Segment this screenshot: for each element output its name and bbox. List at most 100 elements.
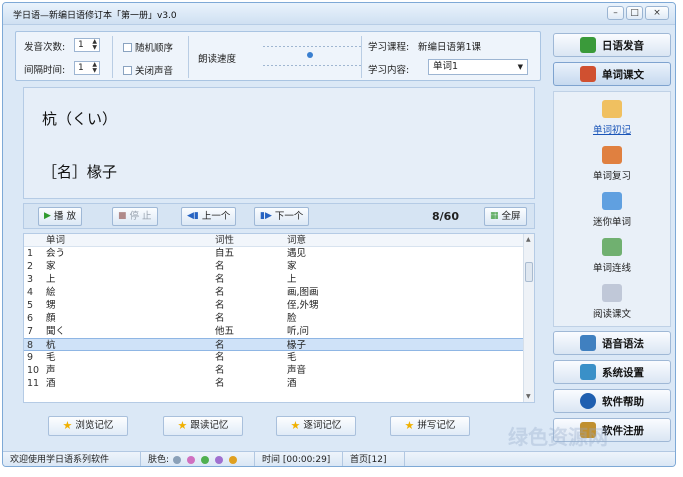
word-meaning: ［名］椽子	[42, 163, 118, 181]
sub-reading[interactable]: 阅读课文	[554, 284, 670, 320]
random-order-label: 随机顺序	[135, 43, 174, 54]
maximize-button[interactable]: □	[626, 6, 643, 20]
sub-review-label: 单词复习	[592, 171, 631, 182]
word-by-word-button[interactable]: ★ 逐词记忆	[276, 416, 356, 436]
browse-memory-label: 浏览记忆	[75, 420, 114, 431]
follow-read-label: 跟读记忆	[190, 420, 229, 431]
skin-color-swatch[interactable]	[173, 456, 181, 464]
word-display: 杭（くい） ［名］椽子	[23, 87, 535, 199]
cell-meaning: 侄,外甥	[287, 300, 319, 311]
cell-meaning: 毛	[287, 352, 297, 363]
nav-pronunciation[interactable]: 日语发音	[553, 33, 671, 57]
skin-color-swatch[interactable]	[187, 456, 195, 464]
cell-n: 7	[27, 326, 34, 337]
speed-slider[interactable]	[263, 41, 361, 71]
stepper-arrows-icon: ▲ ▼	[92, 38, 97, 51]
sub-word-matching[interactable]: 单词连线	[554, 238, 670, 274]
status-welcome: 欢迎使用学日语系列软件	[5, 452, 141, 466]
previous-label: 上一个	[201, 211, 231, 222]
fullscreen-button[interactable]: ▦ 全屏	[484, 207, 527, 226]
table-row[interactable]: 3 上 名 上	[24, 273, 534, 286]
scroll-thumb[interactable]	[525, 262, 533, 282]
follow-read-button[interactable]: ★ 跟读记忆	[163, 416, 243, 436]
cell-n: 2	[27, 261, 34, 272]
sub-first-memory-label: 单词初记	[592, 125, 631, 136]
skin-selector: 肤色:	[143, 452, 255, 466]
cell-pos: 名	[215, 287, 225, 298]
previous-button[interactable]: ◀▮ 上一个	[181, 207, 237, 226]
header-pos[interactable]: 词性	[215, 234, 234, 247]
cell-meaning: 脸	[287, 313, 297, 324]
slider-track	[263, 65, 361, 66]
settings-panel: 发音次数: 1 ▲ ▼ 间隔时间: 1 ▲ ▼ 随机顺序 关闭声音 朗读速度 学习课…	[15, 31, 541, 81]
nav-help[interactable]: 软件帮助	[553, 389, 671, 413]
mute-checkbox[interactable]: 关闭声音	[123, 63, 173, 77]
cell-pos: 名	[215, 352, 225, 363]
word-reading: 杭（くい）	[42, 110, 118, 128]
book-icon	[580, 37, 596, 53]
content-label: 学习内容:	[368, 65, 410, 76]
star-icon: ★	[62, 419, 73, 432]
scroll-down-icon[interactable]: ▼	[526, 393, 531, 400]
spelling-label: 拼写记忆	[417, 420, 456, 431]
table-row[interactable]: 5 甥 名 侄,外甥	[24, 299, 534, 312]
close-button[interactable]: ×	[645, 6, 669, 20]
spelling-button[interactable]: ★ 拼写记忆	[390, 416, 470, 436]
checkbox-box	[123, 42, 132, 52]
sub-review[interactable]: 单词复习	[554, 146, 670, 182]
fullscreen-icon: ▦	[490, 211, 499, 221]
sub-first-memory[interactable]: 单词初记	[554, 100, 670, 136]
cell-meaning: 上	[287, 274, 297, 285]
table-row[interactable]: 2 家 名 家	[24, 260, 534, 273]
table-row[interactable]: 1 会う 自五 遇见	[24, 247, 534, 260]
table-scrollbar[interactable]: ▲ ▼	[523, 234, 534, 402]
header-meaning[interactable]: 词意	[287, 234, 306, 247]
vocabulary-subpanel: 单词初记 单词复习 迷你单词 单词连线 阅读课文	[553, 91, 671, 327]
cell-word: 上	[46, 274, 56, 285]
table-row[interactable]: 4 絵 名 画,图画	[24, 286, 534, 299]
keyboard-icon	[580, 66, 596, 82]
table-row[interactable]: 6 顔 名 脸	[24, 312, 534, 325]
skin-color-swatch[interactable]	[229, 456, 237, 464]
table-row[interactable]: 7 聞く 他五 听,问	[24, 325, 534, 338]
table-row[interactable]: 11 酒 名 酒	[24, 377, 534, 390]
nav-grammar[interactable]: 语音语法	[553, 331, 671, 355]
cell-pos: 名	[215, 300, 225, 311]
stop-button[interactable]: ■ 停 止	[112, 207, 158, 226]
repeat-count-stepper[interactable]: 1 ▲ ▼	[74, 38, 100, 52]
title-bar: 学日语—新编日语修订本「第一册」v3.0 – □ ×	[3, 3, 675, 25]
cell-n: 5	[27, 300, 34, 311]
cell-word: 毛	[46, 352, 56, 363]
next-button[interactable]: ▮▶ 下一个	[254, 207, 310, 226]
table-row[interactable]: 8 杭名椽子	[24, 338, 534, 351]
random-order-checkbox[interactable]: 随机顺序	[123, 40, 173, 54]
cell-meaning: 听,问	[287, 326, 310, 337]
cell-n: 4	[27, 287, 34, 298]
sub-mini-words-label: 迷你单词	[592, 217, 631, 228]
cell-n: 10	[27, 365, 40, 376]
table-row[interactable]: 10 声 名 声音	[24, 364, 534, 377]
nav-settings[interactable]: 系统设置	[553, 360, 671, 384]
cell-n: 6	[27, 313, 34, 324]
minimize-button[interactable]: –	[607, 6, 624, 20]
star-icon: ★	[404, 419, 415, 432]
interval-stepper[interactable]: 1 ▲ ▼	[74, 61, 100, 75]
slider-knob[interactable]	[307, 52, 313, 58]
cell-word: 顔	[46, 313, 56, 324]
scroll-up-icon[interactable]: ▲	[526, 236, 531, 243]
play-button[interactable]: ▶ 播 放	[38, 207, 82, 226]
skin-color-swatch[interactable]	[215, 456, 223, 464]
cell-n: 9	[27, 352, 34, 363]
interval-label: 间隔时间:	[24, 65, 66, 76]
nav-vocabulary[interactable]: 单词课文	[553, 62, 671, 86]
content-select[interactable]: 单词1 ▼	[428, 59, 528, 75]
header-word[interactable]: 单词	[46, 234, 65, 247]
browse-memory-button[interactable]: ★ 浏览记忆	[48, 416, 128, 436]
sidebar: 日语发音 单词课文 单词初记 单词复习 迷你单词 单词连线 阅读课文 语音语法 …	[551, 31, 673, 451]
table-row[interactable]: 9 毛 名 毛	[24, 351, 534, 364]
word-by-word-label: 逐词记忆	[303, 420, 342, 431]
word-counter: 8/60	[432, 210, 459, 223]
sub-mini-words[interactable]: 迷你单词	[554, 192, 670, 228]
link-icon	[602, 238, 622, 256]
skin-color-swatch[interactable]	[201, 456, 209, 464]
